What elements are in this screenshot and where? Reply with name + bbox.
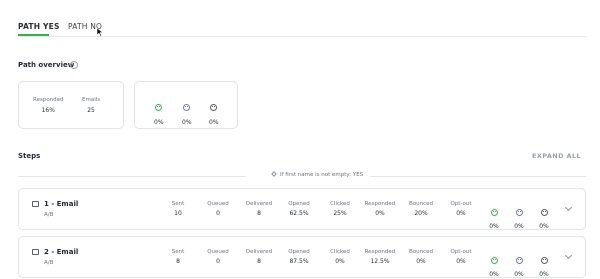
path-tabs: PATH YES PATH NO (18, 0, 586, 37)
step-card-2[interactable]: 2 - Email A/B Sent 8 Queued 0 Delivered … (18, 236, 586, 278)
metric-label: Queued (207, 201, 229, 207)
metric-sent: Sent 8 (158, 249, 198, 265)
condition-label: If first name is not empty: YES (271, 171, 364, 178)
metric-label: Opened (288, 201, 310, 207)
metric-label: Bounced (408, 201, 433, 207)
metric-value: 8 (257, 210, 261, 217)
overview-sentiment-card: 0% 0% 0% (134, 81, 238, 129)
happy-face-icon (490, 257, 498, 264)
emails-label: Emails (82, 97, 101, 103)
metric-value: 0 (216, 258, 220, 265)
sentiment-neutral: 0% (182, 96, 192, 126)
metric-sad: 0% (524, 201, 564, 230)
sad-face-icon (540, 257, 548, 264)
divider (370, 176, 586, 177)
responded-label: Responded (33, 97, 64, 103)
metric-queued: Queued 0 (198, 201, 238, 217)
metric-opened: Opened 87.5% (279, 249, 319, 265)
branch-condition: If first name is not empty: YES (18, 171, 586, 180)
metric-value: 25% (333, 210, 347, 217)
sad-face-icon (540, 209, 548, 216)
sentiment-sad-value: 0% (209, 119, 219, 126)
metric-label: Sent (171, 201, 185, 207)
happy-face-icon (155, 104, 163, 111)
metric-label: Clicked (330, 201, 350, 207)
happy-face-icon (490, 209, 498, 216)
mouse-cursor-icon (97, 28, 103, 37)
neutral-face-icon (515, 209, 523, 216)
metric-value: 0% (375, 210, 385, 217)
metric-responded: Responded 12.5% (360, 249, 400, 265)
metric-label: Delivered (245, 201, 273, 207)
metric-value: 12.5% (370, 258, 390, 265)
sentiment-happy-value: 0% (154, 119, 164, 126)
metric-value: 0 (216, 210, 220, 217)
info-icon[interactable]: i (70, 61, 78, 69)
email-icon (32, 201, 39, 207)
condition-text: If first name is not empty: YES (280, 172, 364, 178)
metric-value: 8 (257, 258, 261, 265)
divider (18, 176, 246, 177)
expand-all-button[interactable]: EXPAND ALL (532, 152, 581, 160)
metric-label: Responded (364, 201, 396, 207)
tab-path-yes[interactable]: PATH YES (18, 22, 60, 31)
overview-stats-card: Responded 16% Emails 25 (18, 81, 124, 129)
path-overview-title: Path overview (18, 61, 75, 69)
responded-value: 16% (41, 107, 55, 114)
active-tab-indicator (18, 34, 49, 36)
metric-label: Responded (364, 249, 396, 255)
chevron-down-icon[interactable] (564, 203, 573, 212)
metric-delivered: Delivered 8 (239, 249, 279, 265)
metric-value: 0% (539, 223, 549, 230)
metric-label: Queued (207, 249, 229, 255)
metric-clicked: Clicked 0% (320, 249, 360, 265)
step-name: 2 - Email (44, 248, 79, 256)
metric-opened: Opened 62.5% (279, 201, 319, 217)
metric-sad: 0% (524, 249, 564, 278)
neutral-face-icon (183, 104, 191, 111)
sad-face-icon (210, 104, 218, 111)
condition-diamond-icon (271, 171, 277, 177)
metric-value: 87.5% (289, 258, 309, 265)
metric-delivered: Delivered 8 (239, 201, 279, 217)
metric-value: 0% (335, 258, 345, 265)
neutral-face-icon (515, 257, 523, 264)
metric-bounced: Bounced 0% (401, 249, 441, 265)
metric-responded: Responded 0% (360, 201, 400, 217)
steps-title: Steps (18, 152, 41, 160)
metric-sent: Sent 10 (158, 201, 198, 217)
metric-queued: Queued 0 (198, 249, 238, 265)
step-name: 1 - Email (44, 200, 79, 208)
metric-value: 8 (176, 258, 180, 265)
sentiment-sad: 0% (209, 96, 219, 126)
metric-value: 0% (539, 271, 549, 278)
emails-value: 25 (87, 107, 95, 114)
sentiment-happy: 0% (154, 96, 164, 126)
sentiment-neutral-value: 0% (182, 119, 192, 126)
metric-bounced: Bounced 20% (401, 201, 441, 217)
metric-clicked: Clicked 25% (320, 201, 360, 217)
metric-label: Delivered (245, 249, 273, 255)
metric-value: 0% (416, 258, 426, 265)
metric-label: Bounced (408, 249, 433, 255)
emails-stat: Emails 25 (82, 97, 100, 114)
step-variant: A/B (44, 212, 54, 218)
metric-label: Clicked (330, 249, 350, 255)
metric-label: Sent (171, 249, 185, 255)
responded-stat: Responded 16% (33, 97, 64, 114)
step-variant: A/B (44, 260, 54, 266)
email-icon (32, 249, 39, 255)
metric-value: 62.5% (289, 210, 309, 217)
metric-label: Opened (288, 249, 310, 255)
chevron-down-icon[interactable] (564, 251, 573, 260)
metric-value: 10 (174, 210, 182, 217)
metric-value: 20% (414, 210, 428, 217)
step-card-1[interactable]: 1 - Email A/B Sent 10 Queued 0 Delivered… (18, 188, 586, 230)
